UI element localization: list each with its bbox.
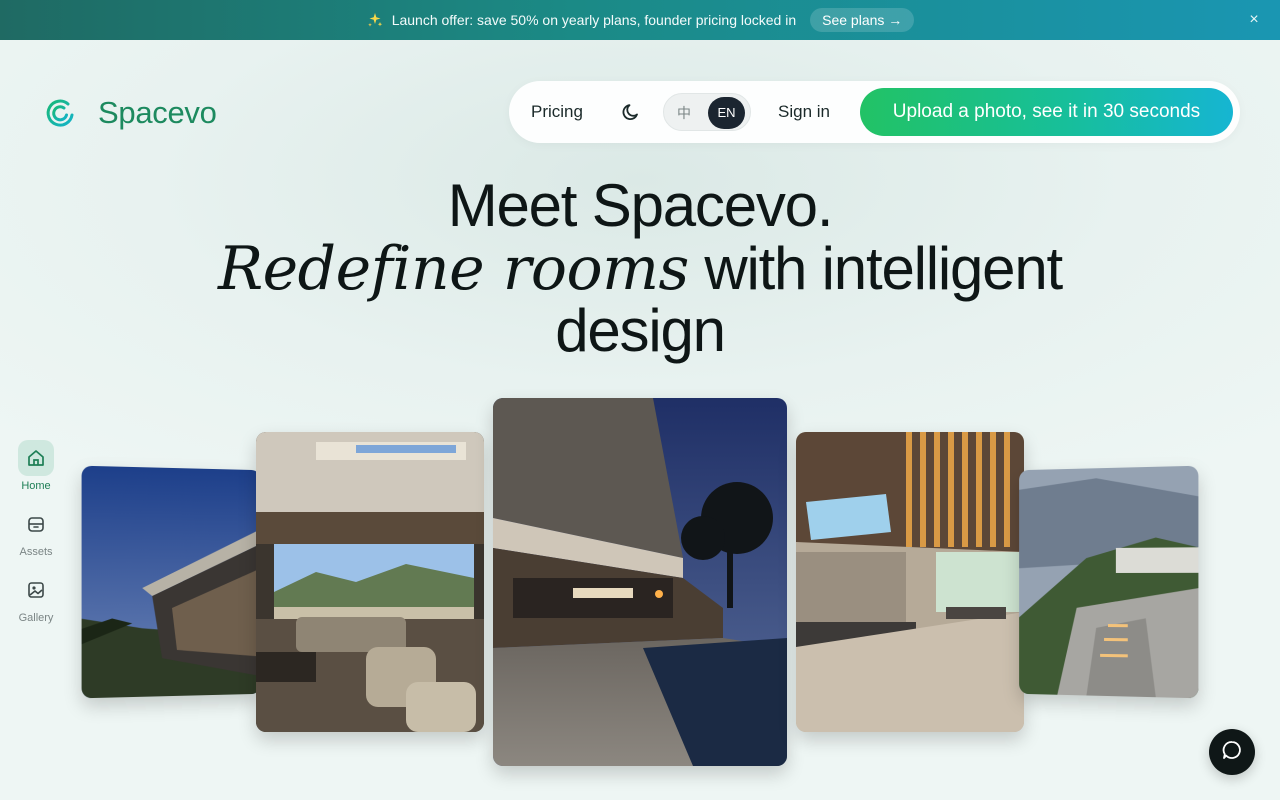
brand-logo[interactable]: Spacevo [44, 95, 217, 131]
sidebar-item-home[interactable]: Home [14, 440, 58, 506]
brand-name: Spacevo [98, 95, 217, 130]
lang-en-option[interactable]: EN [708, 97, 745, 129]
announcement-bar: Launch offer: save 50% on yearly plans, … [0, 0, 1280, 40]
gallery-card-hillside-villa[interactable] [1019, 465, 1199, 699]
villa-pool-image [493, 398, 787, 766]
hero-italic-phrase: Redefine rooms [217, 234, 689, 304]
hillside-villa-image [1019, 465, 1199, 699]
archive-icon [18, 506, 54, 542]
hero-line-1: Meet Spacevo. [447, 172, 834, 239]
upload-photo-button[interactable]: Upload a photo, see it in 30 seconds [860, 88, 1233, 136]
hero-heading: Meet Spacevo. Redefine rooms with intell… [0, 174, 1280, 362]
lang-zh-option[interactable]: 中 [677, 103, 691, 123]
sidebar-item-gallery[interactable]: Gallery [14, 572, 58, 638]
close-icon[interactable]: × [1246, 12, 1262, 28]
villa-dusk-image [81, 465, 261, 699]
image-icon [18, 572, 54, 608]
sidebar-item-label: Gallery [18, 612, 54, 624]
sign-in-link[interactable]: Sign in [778, 102, 830, 122]
hero-line-2-rest: with intelligent [704, 235, 1063, 302]
gallery-card-living-room[interactable] [256, 432, 484, 732]
sidebar-item-label: Home [21, 480, 51, 492]
language-toggle[interactable]: 中 EN [663, 93, 751, 131]
top-navigation: Pricing 中 EN Sign in Upload a photo, see… [509, 81, 1240, 143]
logo-mark-icon [44, 97, 76, 129]
gallery-card-open-interior[interactable] [796, 432, 1024, 732]
living-room-image [256, 432, 484, 732]
sidebar-item-assets[interactable]: Assets [14, 506, 58, 572]
chat-support-button[interactable] [1209, 729, 1255, 775]
announcement-text: Launch offer: save 50% on yearly plans, … [391, 12, 797, 28]
sparkles-icon [366, 11, 384, 29]
hero-line-3: design [555, 297, 726, 364]
gallery-card-villa-pool[interactable] [493, 398, 787, 766]
home-icon [18, 440, 54, 476]
nav-pricing-link[interactable]: Pricing [531, 102, 583, 122]
chat-bubble-icon [1221, 739, 1243, 766]
see-plans-button[interactable]: See plans → [810, 8, 915, 32]
side-navigation: Home Assets Gallery [14, 440, 58, 638]
sidebar-item-label: Assets [19, 546, 53, 558]
open-interior-image [796, 432, 1024, 732]
moon-icon[interactable] [620, 101, 642, 123]
gallery-card-villa-dusk[interactable] [81, 465, 261, 699]
hero-line-2: Redefine rooms with intelligent [0, 235, 1280, 302]
